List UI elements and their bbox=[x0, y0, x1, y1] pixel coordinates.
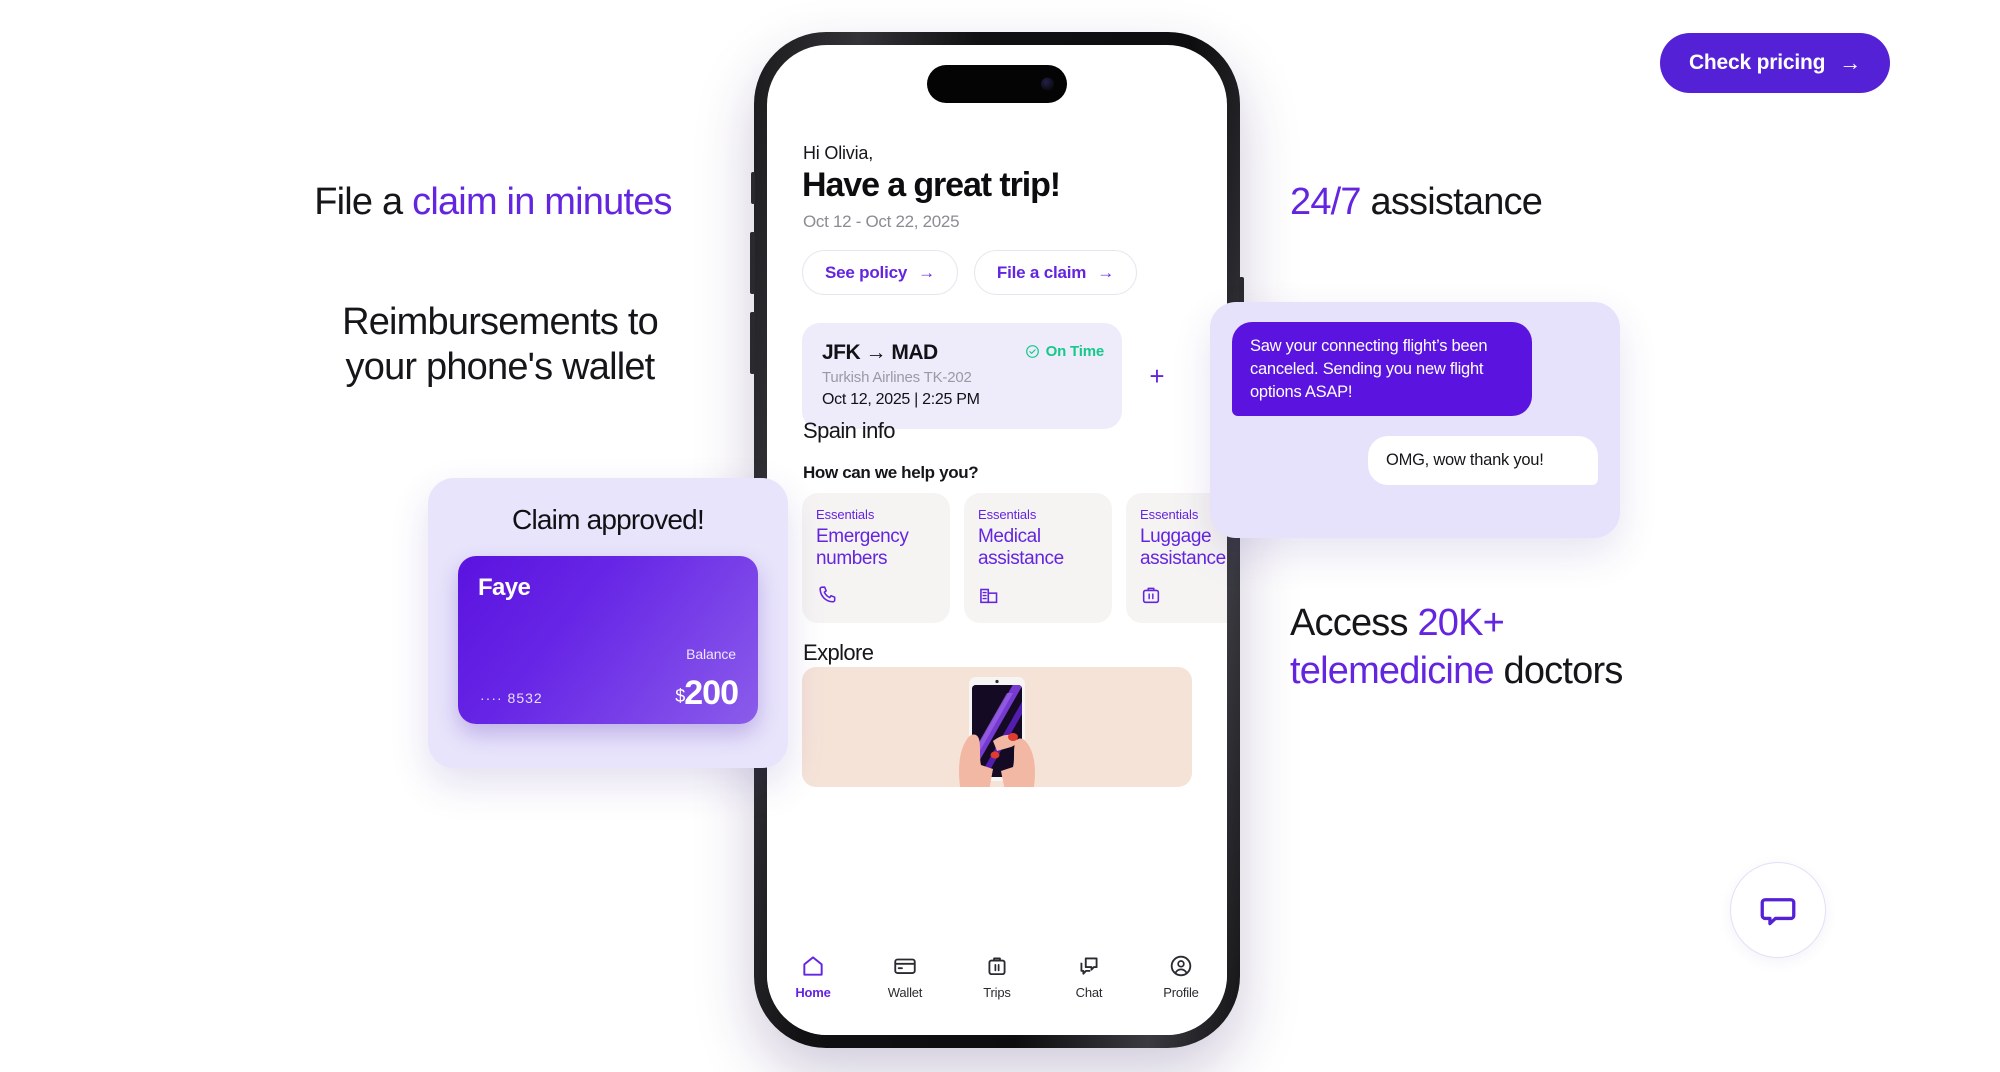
help-card-kicker: Essentials bbox=[978, 507, 1037, 522]
tab-wallet-label: Wallet bbox=[887, 985, 923, 1000]
greeting-small: Hi Olivia, bbox=[803, 143, 874, 163]
hands-holding-phone-illustration bbox=[959, 677, 1035, 787]
volume-up-button[interactable] bbox=[750, 232, 755, 294]
help-card-title: Emergency numbers bbox=[816, 526, 909, 570]
claim-approved-popup: Claim approved! Faye ···· 8532 Balance $… bbox=[428, 478, 788, 768]
currency-symbol: $ bbox=[675, 686, 685, 706]
chat-bubble-user: OMG, wow thank you! bbox=[1368, 436, 1598, 486]
volume-down-button[interactable] bbox=[750, 312, 755, 374]
person-icon bbox=[1170, 955, 1192, 977]
tab-profile[interactable]: Profile bbox=[1135, 953, 1227, 1000]
check-pricing-button[interactable]: Check pricing → bbox=[1660, 33, 1890, 93]
tab-home[interactable]: Home bbox=[767, 953, 859, 1000]
status-badge-label: On Time bbox=[1045, 343, 1105, 360]
phone-screen: Hi Olivia, Have a great trip! Oct 12 - O… bbox=[767, 45, 1227, 1035]
virtual-payment-card[interactable]: Faye ···· 8532 Balance $200 bbox=[458, 556, 758, 724]
card-brand-label: Faye bbox=[478, 574, 531, 601]
tab-trips-label: Trips bbox=[983, 985, 1011, 1000]
phone-icon bbox=[816, 584, 838, 611]
headline-text-plain: Reimbursements to your phone's wallet bbox=[342, 301, 659, 388]
see-policy-button[interactable]: See policy → bbox=[802, 250, 958, 295]
flight-carousel: JFK → MAD Turkish Airlines TK-202 Oct 12… bbox=[802, 323, 1192, 429]
headline-text-plain: assistance bbox=[1360, 181, 1543, 223]
front-camera-icon bbox=[1041, 77, 1054, 91]
arrow-right-icon: → bbox=[1839, 50, 1862, 75]
headline-text-highlight: 24/7 bbox=[1290, 181, 1362, 223]
help-card-title: Medical assistance bbox=[978, 526, 1064, 570]
mute-switch[interactable] bbox=[751, 172, 755, 204]
flight-airline: Turkish Airlines TK-202 bbox=[822, 369, 972, 386]
headline-text-plain: File a bbox=[314, 181, 413, 223]
trip-dates: Oct 12 - Oct 22, 2025 bbox=[803, 212, 960, 231]
home-icon bbox=[803, 956, 823, 976]
help-prompt: How can we help you? bbox=[803, 463, 979, 482]
bottom-tab-bar: Home Wallet Trips Chat Profile bbox=[767, 943, 1227, 1035]
headline-text-plain: doctors bbox=[1493, 649, 1624, 692]
tab-wallet[interactable]: Wallet bbox=[859, 953, 951, 1000]
hospital-icon bbox=[978, 584, 1000, 611]
amount-value: 200 bbox=[684, 674, 739, 712]
headline-text-plain: Access bbox=[1290, 602, 1418, 644]
add-flight-button[interactable]: + bbox=[1122, 323, 1192, 429]
file-a-claim-label: File a claim bbox=[996, 262, 1087, 282]
tab-chat-label: Chat bbox=[1075, 985, 1103, 1000]
chat-conversation-popup: Saw your connecting flight’s been cancel… bbox=[1210, 302, 1620, 538]
chat-bubble-icon bbox=[1760, 898, 1796, 926]
chat-launcher-button[interactable] bbox=[1730, 862, 1826, 958]
check-pricing-label: Check pricing bbox=[1688, 51, 1826, 74]
chat-icon bbox=[1080, 957, 1098, 975]
suitcase-icon bbox=[1140, 584, 1162, 611]
flight-card[interactable]: JFK → MAD Turkish Airlines TK-202 Oct 12… bbox=[802, 323, 1122, 429]
suitcase-icon bbox=[988, 957, 1006, 976]
help-card-emergency-numbers[interactable]: Essentials Emergency numbers bbox=[802, 493, 950, 623]
claim-approved-title: Claim approved! bbox=[512, 504, 705, 535]
card-last4: ···· 8532 bbox=[480, 690, 543, 706]
tab-profile-label: Profile bbox=[1163, 985, 1199, 1000]
tab-home-label: Home bbox=[795, 985, 831, 1000]
help-card-medical-assistance[interactable]: Essentials Medical assistance bbox=[964, 493, 1112, 623]
dynamic-island bbox=[927, 65, 1067, 103]
headline-text-highlight: claim in minutes bbox=[412, 181, 672, 223]
file-a-claim-button[interactable]: File a claim → bbox=[973, 250, 1137, 295]
help-card-title: Luggage assistance bbox=[1140, 526, 1226, 570]
chat-bubble-agent: Saw your connecting flight’s been cancel… bbox=[1232, 322, 1532, 417]
status-badge: On Time bbox=[1025, 343, 1104, 360]
phone-mockup: Hi Olivia, Have a great trip! Oct 12 - O… bbox=[750, 32, 1244, 1048]
arrow-right-icon: → bbox=[918, 262, 935, 282]
headline-file-a-claim: File a claim in minutes bbox=[258, 180, 728, 225]
arrow-right-icon: → bbox=[1097, 262, 1114, 282]
greeting-headline: Have a great trip! bbox=[802, 166, 1061, 204]
headline-telemedicine: Access 20K+ telemedicine doctors bbox=[1290, 600, 1760, 695]
section-title-spain-info: Spain info bbox=[803, 418, 895, 443]
headline-reimbursements: Reimbursements to your phone's wallet bbox=[300, 300, 700, 390]
explore-banner[interactable] bbox=[802, 667, 1192, 787]
headline-assistance: 24/7 assistance bbox=[1290, 180, 1630, 225]
tab-chat[interactable]: Chat bbox=[1043, 953, 1135, 1000]
tab-trips[interactable]: Trips bbox=[951, 953, 1043, 1000]
help-card-kicker: Essentials bbox=[816, 507, 875, 522]
card-balance-amount: $200 bbox=[675, 674, 739, 712]
quick-actions: See policy → File a claim → bbox=[802, 250, 1137, 295]
help-cards: Essentials Emergency numbers Essentials … bbox=[802, 493, 1227, 623]
section-title-explore: Explore bbox=[803, 640, 874, 665]
card-balance-label: Balance bbox=[686, 646, 736, 662]
card-icon bbox=[894, 958, 916, 974]
flight-datetime: Oct 12, 2025 | 2:25 PM bbox=[822, 391, 980, 408]
see-policy-label: See policy bbox=[825, 262, 908, 282]
check-circle-icon bbox=[1025, 345, 1039, 358]
